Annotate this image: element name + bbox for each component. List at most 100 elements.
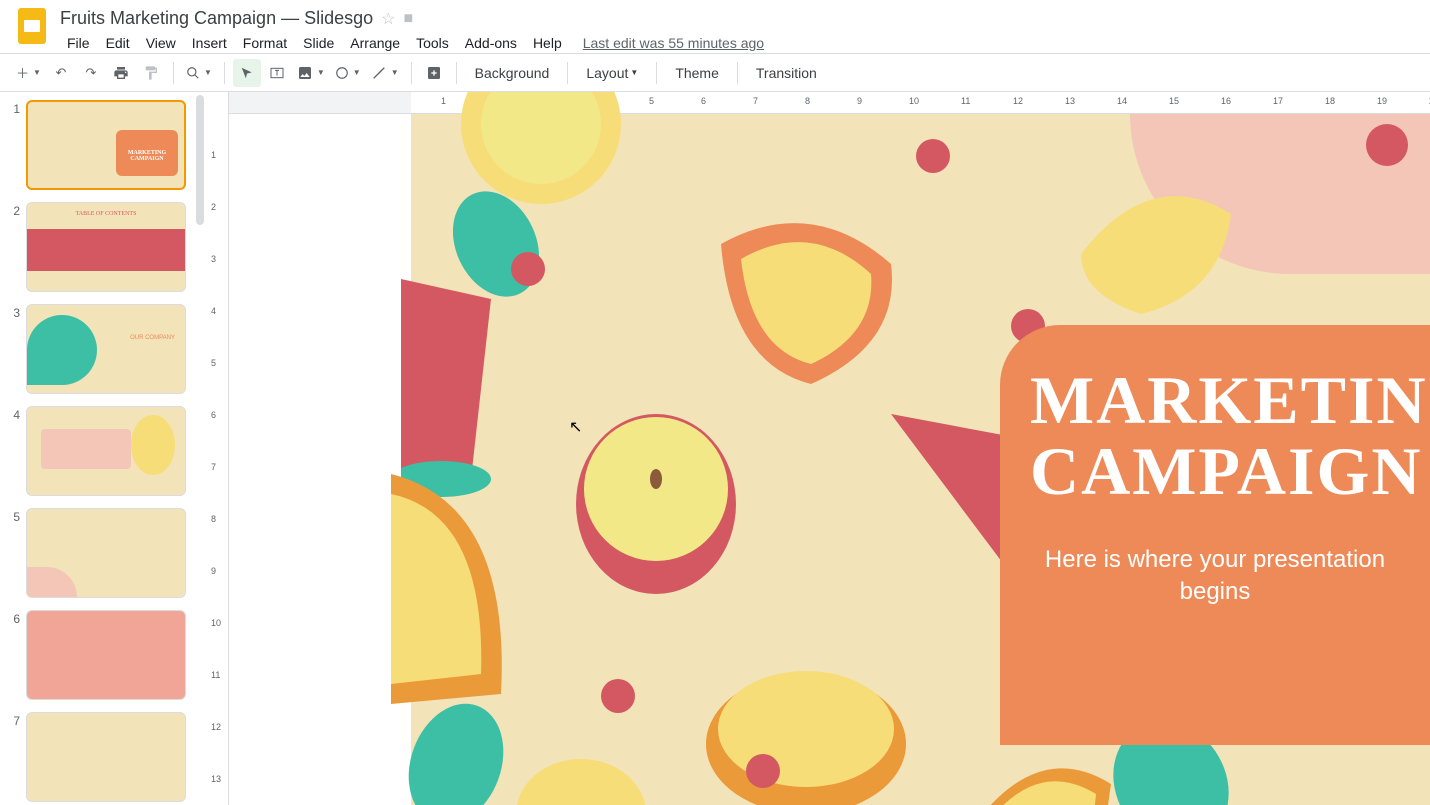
- separator: [737, 62, 738, 84]
- apple-half-icon: [571, 394, 741, 594]
- melon-slice-icon: [1071, 174, 1241, 324]
- ruler-tick: 15: [1169, 96, 1179, 106]
- leaf-icon: [401, 694, 511, 805]
- transition-button[interactable]: Transition: [746, 59, 827, 87]
- watermelon-icon: [401, 279, 511, 499]
- mouse-cursor-icon: ↖: [569, 417, 582, 437]
- slide-thumb-6[interactable]: 6: [8, 610, 193, 700]
- ruler-tick: 19: [1377, 96, 1387, 106]
- zoom-button[interactable]: ▼: [182, 59, 216, 87]
- orange-slice-icon: [391, 474, 531, 714]
- menu-view[interactable]: View: [139, 33, 183, 53]
- filmstrip[interactable]: 1 MARKETING CAMPAIGN 2 TABLE OF CONTENTS…: [0, 92, 207, 805]
- menu-help[interactable]: Help: [526, 33, 569, 53]
- textbox-tool[interactable]: [263, 59, 291, 87]
- ruler-tick: 7: [211, 462, 216, 472]
- slides-app-icon[interactable]: [12, 6, 52, 46]
- paint-format-button[interactable]: [137, 59, 165, 87]
- shape-tool[interactable]: ▼: [331, 59, 365, 87]
- ruler-tick: 18: [1325, 96, 1335, 106]
- menu-insert[interactable]: Insert: [185, 33, 234, 53]
- ruler-tick: 17: [1273, 96, 1283, 106]
- menu-tools[interactable]: Tools: [409, 33, 456, 53]
- ruler-tick: 8: [805, 96, 810, 106]
- toolbar: ＋▼ ↶ ↷ ▼ ▼ ▼ ▼ Background Layout ▼ Theme…: [0, 54, 1430, 92]
- ruler-tick: 5: [649, 96, 654, 106]
- ruler-tick: 5: [211, 358, 216, 368]
- vertical-ruler: 12345678910111213: [207, 92, 229, 805]
- filmstrip-scrollbar[interactable]: [196, 95, 204, 225]
- title-row: Fruits Marketing Campaign — Slidesgo ☆ ■: [60, 6, 1418, 29]
- slide-thumb-7[interactable]: 7: [8, 712, 193, 802]
- ruler-tick: 12: [1013, 96, 1023, 106]
- ruler-tick: 6: [211, 410, 216, 420]
- ruler-tick: 2: [211, 202, 216, 212]
- slide-title: MARKETING CAMPAIGN: [1030, 365, 1400, 508]
- ruler-tick: 6: [701, 96, 706, 106]
- background-button[interactable]: Background: [465, 59, 560, 87]
- menu-file[interactable]: File: [60, 33, 97, 53]
- select-tool[interactable]: [233, 59, 261, 87]
- menu-slide[interactable]: Slide: [296, 33, 341, 53]
- header-bar: Fruits Marketing Campaign — Slidesgo ☆ ■…: [0, 0, 1430, 54]
- cherry-icon: [916, 139, 950, 173]
- theme-button[interactable]: Theme: [665, 59, 729, 87]
- ruler-tick: 12: [211, 722, 221, 732]
- separator: [173, 62, 174, 84]
- move-folder-icon[interactable]: ■: [403, 10, 413, 28]
- menu-edit[interactable]: Edit: [99, 33, 137, 53]
- slide-thumb-3[interactable]: 3 OUR COMPANY: [8, 304, 193, 394]
- ruler-tick: 10: [211, 618, 221, 628]
- ruler-tick: 11: [211, 670, 220, 680]
- menu-addons[interactable]: Add-ons: [458, 33, 524, 53]
- horizontal-ruler: 1234567891011121314151617181920: [229, 92, 1430, 114]
- slide-thumb-1[interactable]: 1 MARKETING CAMPAIGN: [8, 100, 193, 190]
- redo-button[interactable]: ↷: [77, 59, 105, 87]
- image-tool[interactable]: ▼: [293, 59, 329, 87]
- comment-button[interactable]: [420, 59, 448, 87]
- cherry-icon: [746, 754, 780, 788]
- slide-thumb-2[interactable]: 2 TABLE OF CONTENTS: [8, 202, 193, 292]
- menu-arrange[interactable]: Arrange: [343, 33, 407, 53]
- separator: [656, 62, 657, 84]
- cherry-icon: [1366, 124, 1408, 166]
- slide-thumb-4[interactable]: 4: [8, 406, 193, 496]
- ruler-tick: 8: [211, 514, 216, 524]
- canvas-area: 1234567891011121314151617181920: [229, 92, 1430, 805]
- star-icon[interactable]: ☆: [381, 9, 395, 29]
- separator: [224, 62, 225, 84]
- ruler-tick: 13: [211, 774, 221, 784]
- ruler-tick: 4: [211, 306, 216, 316]
- cherry-icon: [601, 679, 635, 713]
- separator: [567, 62, 568, 84]
- lemon-half-icon: [701, 634, 911, 805]
- title-box[interactable]: MARKETING CAMPAIGN Here is where your pr…: [1000, 325, 1430, 745]
- header-main: Fruits Marketing Campaign — Slidesgo ☆ ■…: [60, 6, 1418, 53]
- ruler-tick: 10: [909, 96, 919, 106]
- peach-icon: [511, 754, 651, 805]
- separator: [411, 62, 412, 84]
- separator: [456, 62, 457, 84]
- ruler-tick: 16: [1221, 96, 1231, 106]
- ruler-tick: 9: [211, 566, 216, 576]
- print-button[interactable]: [107, 59, 135, 87]
- slide-subtitle: Here is where your presentation begins: [1030, 544, 1400, 609]
- line-tool[interactable]: ▼: [367, 59, 403, 87]
- ruler-tick: 13: [1065, 96, 1075, 106]
- slide-thumb-5[interactable]: 5: [8, 508, 193, 598]
- chevron-down-icon: ▼: [630, 68, 638, 77]
- ruler-tick: 1: [441, 96, 446, 106]
- ruler-tick: 1: [211, 150, 216, 160]
- ruler-tick: 9: [857, 96, 862, 106]
- peach-slice-icon: [691, 204, 921, 404]
- layout-button[interactable]: Layout ▼: [576, 59, 648, 87]
- last-edit-link[interactable]: Last edit was 55 minutes ago: [583, 35, 764, 51]
- menu-format[interactable]: Format: [236, 33, 294, 53]
- ruler-tick: 3: [211, 254, 216, 264]
- document-title[interactable]: Fruits Marketing Campaign — Slidesgo: [60, 8, 373, 29]
- undo-button[interactable]: ↶: [47, 59, 75, 87]
- slide-canvas[interactable]: MARKETING CAMPAIGN Here is where your pr…: [411, 114, 1430, 805]
- ruler-tick: 11: [961, 96, 970, 106]
- ruler-tick: 7: [753, 96, 758, 106]
- new-slide-button[interactable]: ＋▼: [12, 59, 45, 87]
